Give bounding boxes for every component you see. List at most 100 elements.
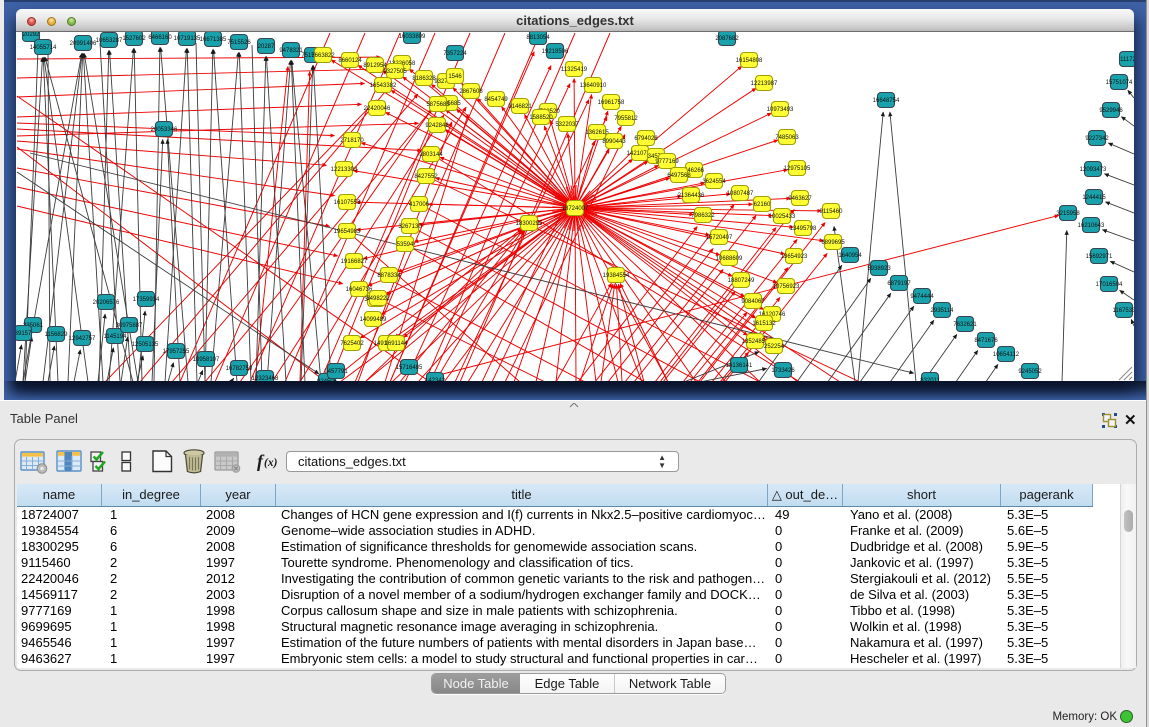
svg-text:9227342: 9227342 [1085, 136, 1109, 142]
svg-text:8454749: 8454749 [484, 97, 508, 103]
svg-text:16648754: 16648754 [873, 98, 900, 104]
svg-text:14055714: 14055714 [30, 45, 57, 51]
svg-text:15692971: 15692971 [1086, 254, 1113, 260]
svg-text:6466160: 6466160 [148, 35, 172, 41]
svg-text:(x): (x) [264, 457, 278, 469]
svg-text:10719135: 10719135 [174, 36, 201, 42]
svg-text:15720407: 15720407 [706, 235, 733, 241]
svg-text:10807487: 10807487 [727, 191, 754, 197]
svg-text:9242848: 9242848 [425, 123, 449, 129]
svg-text:9777169: 9777169 [655, 159, 679, 165]
svg-text:17016504: 17016504 [1096, 282, 1123, 288]
svg-text:10756923: 10756923 [773, 284, 800, 290]
svg-text:18724007: 18724007 [562, 206, 589, 212]
svg-text:2087682: 2087682 [715, 36, 739, 42]
svg-text:9115460: 9115460 [820, 209, 844, 215]
svg-text:8471676: 8471676 [974, 338, 998, 344]
svg-text:12505135: 12505135 [132, 342, 159, 348]
svg-text:14136141: 14136141 [726, 363, 753, 369]
svg-text:9245052: 9245052 [1018, 369, 1042, 375]
svg-text:53594: 53594 [397, 242, 414, 248]
svg-text:2718170: 2718170 [340, 138, 364, 144]
svg-text:13654923: 13654923 [781, 254, 808, 260]
svg-text:10958107: 10958107 [193, 357, 220, 363]
svg-text:1733426: 1733426 [771, 368, 795, 374]
svg-text:1615132: 1615132 [752, 321, 776, 327]
svg-text:7515526: 7515526 [227, 40, 251, 46]
svg-text:7632621: 7632621 [953, 322, 977, 328]
svg-text:9529946: 9529946 [1099, 108, 1123, 114]
svg-text:10973493: 10973493 [767, 107, 794, 113]
svg-text:8427552: 8427552 [414, 174, 438, 180]
svg-text:9084067: 9084067 [741, 299, 765, 305]
svg-text:924505: 924505 [317, 379, 338, 381]
svg-text:16671385: 16671385 [200, 37, 227, 43]
svg-text:16107553: 16107553 [334, 200, 361, 206]
svg-text:5322037: 5322037 [555, 122, 579, 128]
svg-text:20991406: 20991406 [70, 41, 97, 47]
svg-text:832011: 832011 [920, 378, 940, 381]
svg-text:10025433: 10025433 [769, 214, 796, 220]
svg-text:142342: 142342 [425, 378, 446, 381]
svg-text:6794028: 6794028 [634, 136, 658, 142]
svg-text:7663822: 7663822 [311, 53, 335, 59]
svg-text:1691144: 1691144 [385, 341, 409, 347]
svg-text:8660124: 8660124 [338, 58, 362, 64]
svg-text:12213303: 12213303 [331, 167, 358, 173]
svg-text:8990443: 8990443 [602, 139, 626, 145]
svg-text:20206576: 20206576 [93, 300, 120, 306]
svg-text:30975887: 30975887 [116, 323, 143, 329]
svg-text:19218506: 19218506 [542, 49, 569, 55]
svg-text:13640910: 13640910 [580, 83, 607, 89]
svg-text:16210643: 16210643 [1078, 223, 1105, 229]
svg-text:12975105: 12975105 [784, 166, 811, 172]
svg-text:17957255: 17957255 [163, 349, 190, 355]
svg-text:7357224: 7357224 [443, 51, 467, 57]
svg-text:10653287: 10653287 [96, 38, 123, 44]
svg-text:5875685: 5875685 [426, 102, 450, 108]
svg-text:3267130: 3267130 [398, 224, 422, 230]
svg-text:22420046: 22420046 [364, 106, 391, 112]
svg-text:9474444: 9474444 [910, 294, 934, 300]
svg-text:417006: 417006 [409, 202, 430, 208]
svg-text:16782759: 16782759 [226, 366, 253, 372]
svg-text:19166827: 19166827 [341, 259, 368, 265]
svg-text:19654983: 19654983 [334, 229, 361, 235]
svg-text:2935114: 2935114 [931, 308, 955, 314]
svg-text:1546: 1546 [448, 74, 462, 80]
svg-text:20287: 20287 [258, 44, 275, 50]
svg-text:8878334: 8878334 [377, 273, 401, 279]
svg-text:12213987: 12213987 [751, 81, 778, 87]
svg-text:1156829: 1156829 [45, 332, 69, 338]
svg-text:18300295: 18300295 [516, 221, 543, 227]
svg-text:1588520: 1588520 [529, 115, 553, 121]
svg-text:13495798: 13495798 [790, 226, 817, 232]
svg-text:2803144: 2803144 [419, 152, 443, 158]
svg-text:11325419: 11325419 [561, 67, 588, 73]
svg-text:252254: 252254 [764, 344, 785, 350]
svg-text:6879197: 6879197 [887, 281, 911, 287]
svg-text:9463627: 9463627 [788, 196, 812, 202]
svg-text:16033809: 16033809 [399, 34, 426, 40]
svg-text:10654112: 10654112 [993, 352, 1020, 358]
svg-text:11172: 11172 [1120, 57, 1134, 63]
svg-text:8813054: 8813054 [526, 35, 550, 41]
svg-text:9478321: 9478321 [279, 48, 303, 54]
svg-text:18807249: 18807249 [728, 278, 755, 284]
svg-text:1244415: 1244415 [1082, 195, 1106, 201]
svg-text:9327505: 9327505 [383, 69, 407, 75]
svg-text:7955812: 7955812 [614, 116, 638, 122]
svg-text:3498222: 3498222 [366, 296, 390, 302]
svg-text:1167533: 1167533 [1113, 308, 1134, 314]
svg-text:12093473: 12093473 [1080, 167, 1107, 173]
svg-text:14099489: 14099489 [360, 317, 387, 323]
svg-text:2867608: 2867608 [459, 89, 483, 95]
svg-text:5938923: 5938923 [867, 266, 891, 272]
svg-text:7485063: 7485063 [775, 135, 799, 141]
svg-text:15751074: 15751074 [1106, 80, 1133, 86]
svg-text:16154808: 16154808 [736, 58, 763, 64]
svg-text:9146821: 9146821 [508, 104, 532, 110]
svg-text:62160: 62160 [754, 202, 771, 208]
svg-text:20053346: 20053346 [151, 127, 178, 133]
svg-text:20292: 20292 [23, 32, 40, 38]
